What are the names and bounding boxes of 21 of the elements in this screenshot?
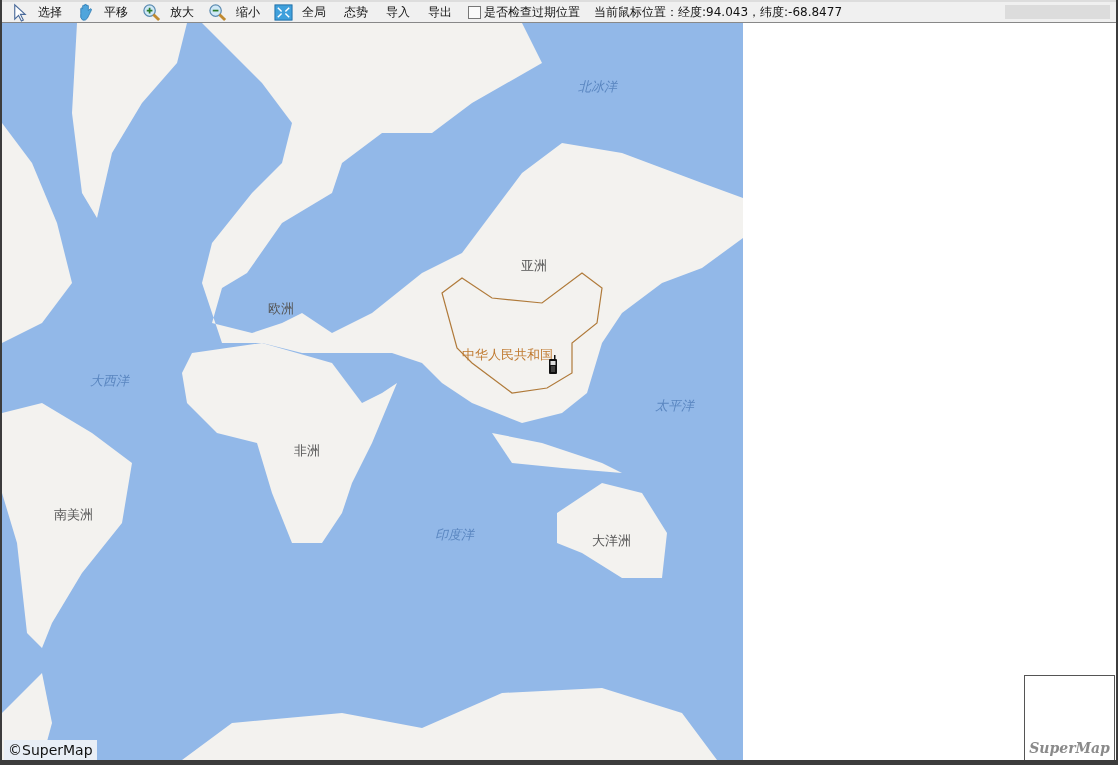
toolbar-button[interactable]: 导出 xyxy=(422,3,458,21)
expired-position-checkbox[interactable]: 是否检查过期位置 xyxy=(468,3,580,21)
toolbar-button[interactable]: 缩小 xyxy=(230,3,266,21)
full-extent-icon[interactable] xyxy=(274,2,293,22)
logo-text: SuperMap xyxy=(1029,740,1110,756)
continent-label: 非洲 xyxy=(294,442,320,460)
continent-label: 欧洲 xyxy=(268,300,294,318)
toolbar-button[interactable]: 态势 xyxy=(338,3,374,21)
checkbox[interactable] xyxy=(468,5,481,19)
continent-label: 大洋洲 xyxy=(592,532,631,550)
continent-label: 亚洲 xyxy=(521,257,547,275)
continent-label: 南美洲 xyxy=(54,506,93,524)
toolbar-button[interactable]: 导入 xyxy=(380,3,416,21)
copyright-label: ©SuperMap xyxy=(4,740,97,760)
toolbar-button[interactable]: 平移 xyxy=(98,3,134,21)
zoom-in-icon[interactable] xyxy=(142,2,161,22)
toolbar-button[interactable]: 全局 xyxy=(296,3,332,21)
zoom-out-icon[interactable] xyxy=(208,2,227,22)
toolbar-button[interactable]: 选择 xyxy=(32,3,68,21)
mouse-position-status: 当前鼠标位置：经度:94.043，纬度:-68.8477 xyxy=(594,3,843,21)
toolbar-button[interactable]: 放大 xyxy=(164,3,200,21)
